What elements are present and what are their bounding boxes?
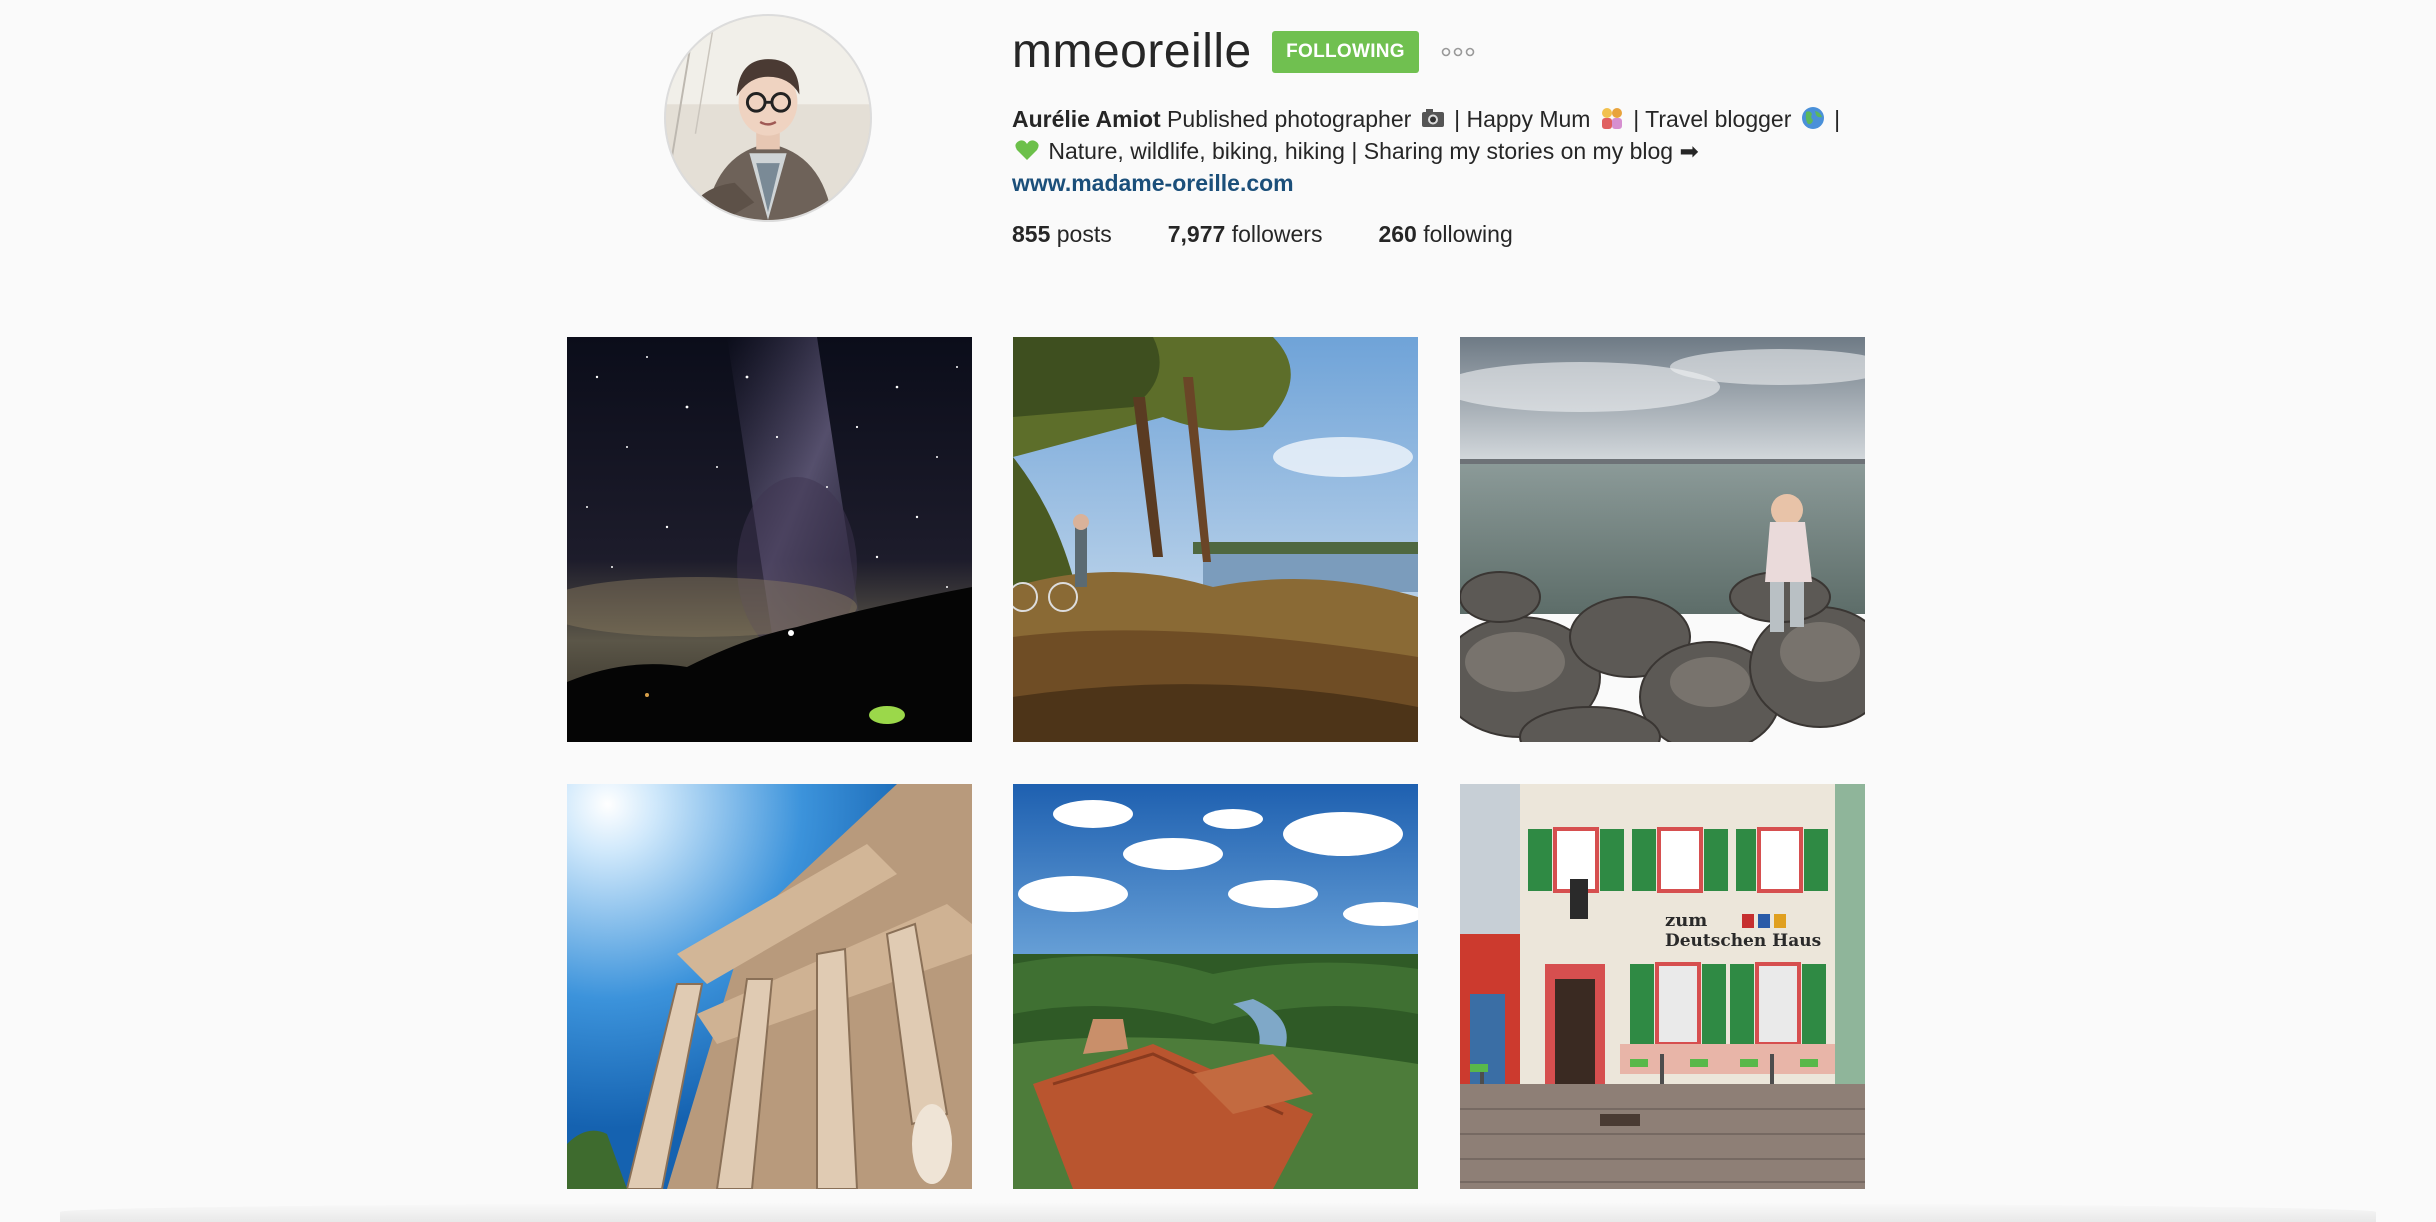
avatar-image bbox=[666, 16, 870, 220]
profile-stats: 855 posts 7,977 followers 260 following bbox=[1012, 218, 1513, 250]
followers-label: followers bbox=[1231, 221, 1323, 247]
followers-number: 7,977 bbox=[1167, 221, 1226, 247]
river-valley-rooftop-photo bbox=[1013, 784, 1418, 1189]
following-count[interactable]: 260 following bbox=[1378, 218, 1512, 250]
profile-bio: Aurélie Amiot Published photographer | H… bbox=[1012, 103, 1892, 167]
followers-count[interactable]: 7,977 followers bbox=[1168, 218, 1323, 250]
post-thumbnail-child-rocks[interactable] bbox=[1460, 337, 1865, 742]
profile-website-link[interactable]: www.madame-oreille.com bbox=[1012, 167, 1294, 199]
profile-username: mmeoreille bbox=[1012, 25, 1252, 78]
bio-text-travel-blogger: | Travel blogger bbox=[1633, 106, 1792, 132]
globe-icon bbox=[1801, 107, 1824, 129]
profile-page: mmeoreille FOLLOWING Aurélie Amiot Publi… bbox=[0, 0, 2436, 1222]
posts-count[interactable]: 855 posts bbox=[1012, 218, 1112, 250]
post-thumbnail-ancient-library[interactable] bbox=[567, 784, 972, 1189]
shop-sign-line1: zum bbox=[1665, 910, 1707, 931]
post-thumbnail-deutschen-haus[interactable]: zum Deutschen Haus bbox=[1460, 784, 1865, 1189]
post-thumbnail-forest-lake[interactable] bbox=[1013, 337, 1418, 742]
profile-full-name: Aurélie Amiot bbox=[1012, 106, 1161, 132]
post-thumbnail-river-valley[interactable] bbox=[1013, 784, 1418, 1189]
following-label: following bbox=[1423, 221, 1513, 247]
zum-deutschen-haus-facade-photo: zum Deutschen Haus bbox=[1460, 784, 1865, 1189]
child-on-rocks-lake-photo bbox=[1460, 337, 1865, 742]
bio-text-nature: Nature, wildlife, biking, hiking | Shari… bbox=[1048, 138, 1699, 164]
ellipsis-icon[interactable] bbox=[1438, 36, 1478, 68]
following-number: 260 bbox=[1378, 221, 1417, 247]
bio-text-happy-mum: | Happy Mum bbox=[1454, 106, 1591, 132]
green-heart-icon bbox=[1015, 140, 1039, 160]
family-icon bbox=[1601, 108, 1622, 129]
bio-text-separator: | bbox=[1834, 106, 1841, 132]
post-thumbnail-milky-way[interactable] bbox=[567, 337, 972, 742]
milky-way-night-sky-photo bbox=[567, 337, 972, 742]
ancient-library-columns-photo bbox=[567, 784, 972, 1189]
profile-avatar[interactable] bbox=[664, 14, 872, 222]
posts-label: posts bbox=[1056, 221, 1112, 247]
following-button[interactable]: FOLLOWING bbox=[1272, 31, 1419, 73]
posts-number: 855 bbox=[1012, 221, 1051, 247]
page-bottom-shadow bbox=[60, 1202, 2376, 1222]
camera-icon bbox=[1421, 109, 1444, 127]
shop-sign-line2: Deutschen Haus bbox=[1665, 931, 1821, 951]
bio-text-photographer: Published photographer bbox=[1160, 106, 1412, 132]
forest-lake-bicycle-photo bbox=[1013, 337, 1418, 742]
